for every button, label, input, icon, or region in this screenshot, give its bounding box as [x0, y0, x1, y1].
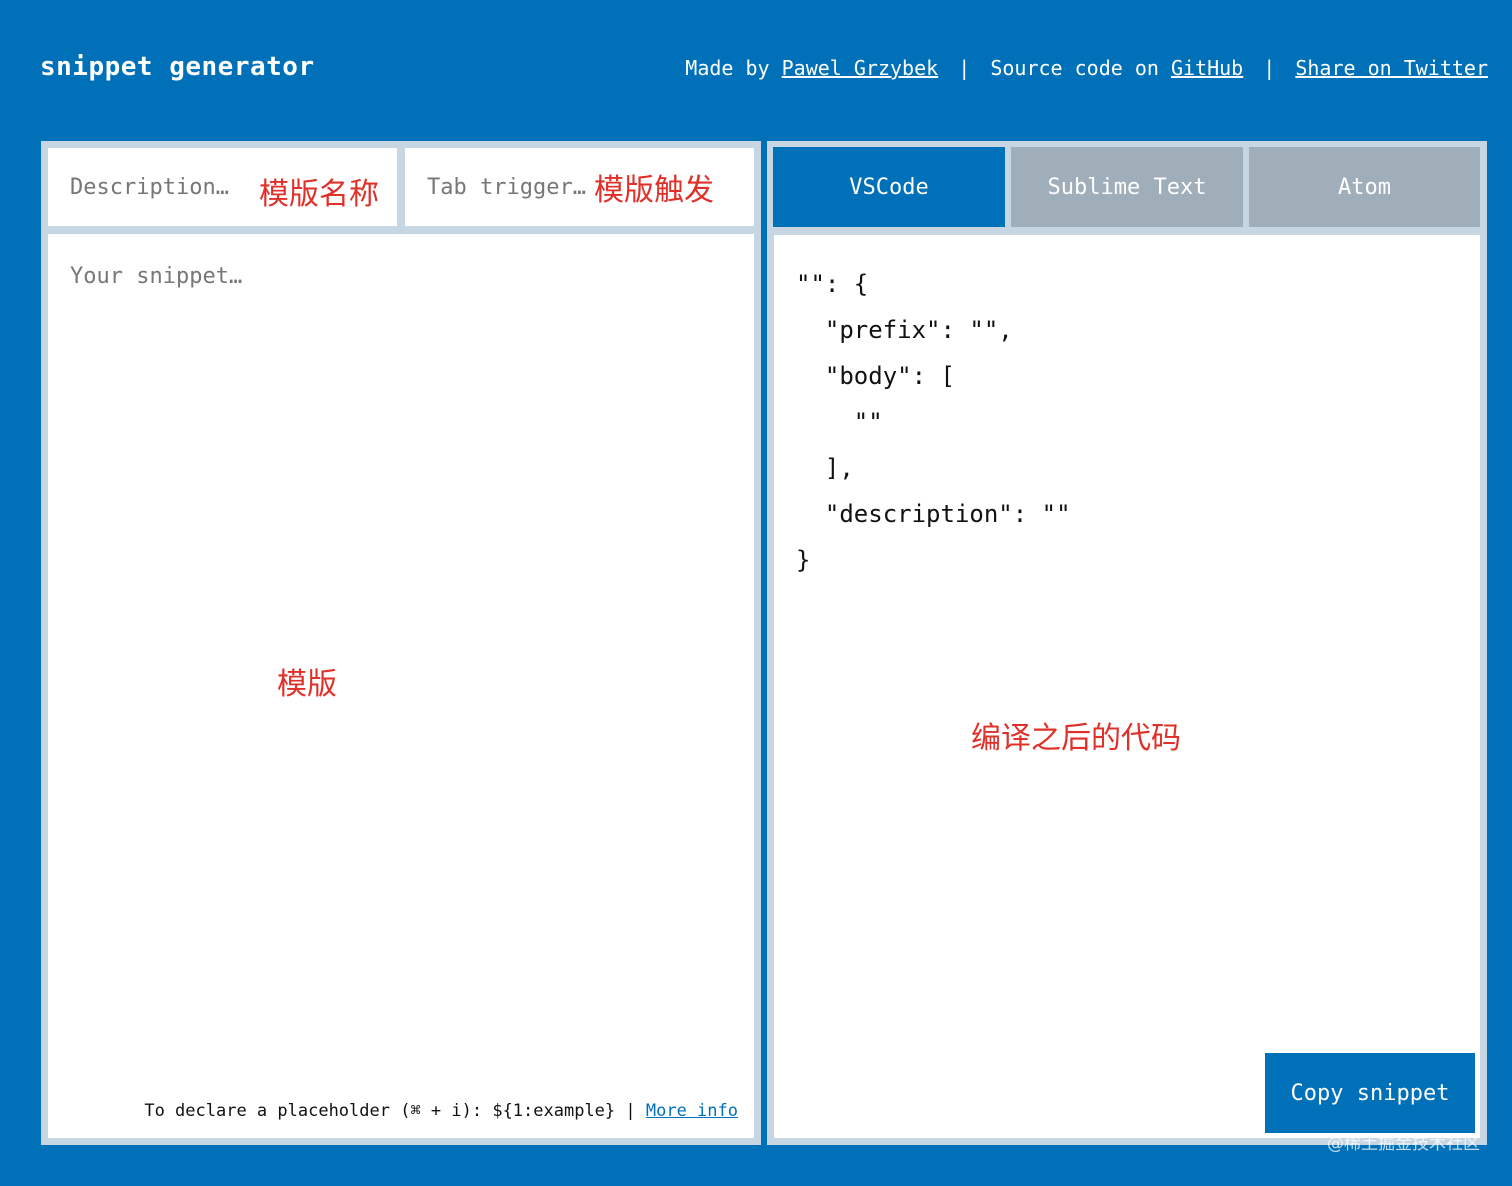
tab-vscode[interactable]: VSCode	[773, 147, 1005, 227]
copy-snippet-button[interactable]: Copy snippet	[1265, 1053, 1475, 1133]
tab-atom[interactable]: Atom	[1249, 147, 1480, 227]
annotation-template-name: 模版名称	[259, 177, 379, 212]
annotation-template-trigger: 模版触发	[594, 173, 714, 208]
github-link[interactable]: GitHub	[1171, 56, 1243, 80]
author-link[interactable]: Pawel Grzybek	[782, 56, 939, 80]
editor-panel: 模版名称 模版触发 模版 To declare a placeholder (⌘…	[41, 141, 761, 1145]
output-code: "": { "prefix": "", "body": [ "" ], "des…	[774, 235, 1480, 1138]
header-links: Made by Pawel Grzybek | Source code on G…	[685, 56, 1488, 80]
separator: |	[958, 56, 971, 80]
annotation-compiled-code: 编译之后的代码	[971, 721, 1181, 756]
hint-text: To declare a placeholder (⌘ + i): ${1:ex…	[144, 1101, 636, 1121]
share-twitter-link[interactable]: Share on Twitter	[1295, 56, 1488, 80]
output-panel: VSCode Sublime Text Atom "": { "prefix":…	[767, 141, 1487, 1145]
more-info-link[interactable]: More info	[646, 1101, 738, 1121]
app-title: snippet generator	[40, 52, 315, 82]
placeholder-hint: To declare a placeholder (⌘ + i): ${1:ex…	[144, 1101, 738, 1121]
annotation-template: 模版	[277, 667, 337, 702]
source-code-label: Source code on	[990, 56, 1159, 80]
snippet-textarea[interactable]	[48, 234, 754, 1138]
tab-sublime-text[interactable]: Sublime Text	[1011, 147, 1243, 227]
separator: |	[1263, 56, 1276, 80]
watermark: @稀土掘金技术社区	[1327, 1134, 1480, 1154]
page: snippet generator Made by Pawel Grzybek …	[0, 0, 1512, 1186]
made-by-label: Made by	[685, 56, 770, 80]
